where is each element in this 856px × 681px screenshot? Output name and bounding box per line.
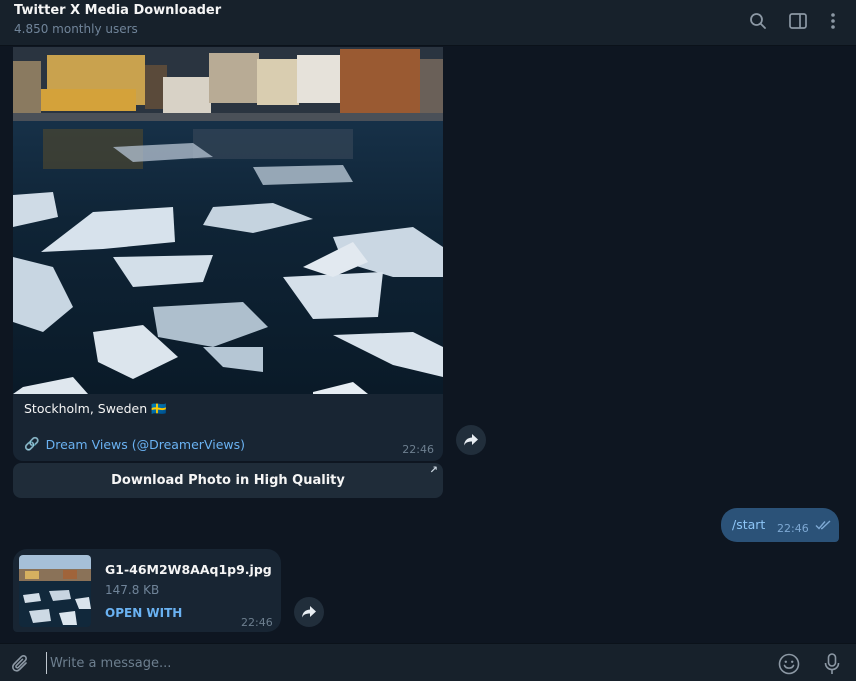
message-time: 22:46 — [777, 522, 809, 535]
sidebar-toggle-icon[interactable] — [787, 10, 809, 32]
message-time: 22:46 — [402, 443, 434, 456]
microphone-icon[interactable] — [820, 652, 844, 676]
external-arrow-icon: ↗ — [429, 465, 438, 476]
forward-button[interactable] — [294, 597, 324, 627]
attach-icon[interactable] — [9, 652, 33, 676]
photo-caption: Stockholm, Sweden 🇸🇪 — [24, 401, 167, 417]
author-link-text[interactable]: Dream Views (@DreamerViews) — [46, 437, 245, 452]
message-composer — [0, 643, 856, 681]
file-name: G1-46M2W8AAq1p9.jpg — [105, 562, 272, 577]
chat-header[interactable]: Twitter X Media Downloader 4.850 monthly… — [0, 0, 856, 46]
chat-subtitle: 4.850 monthly users — [14, 22, 138, 36]
forward-button[interactable] — [456, 425, 486, 455]
file-size: 147.8 KB — [105, 583, 160, 597]
sweden-flag-icon: 🇸🇪 — [151, 401, 167, 416]
photo-message[interactable]: Stockholm, Sweden 🇸🇪 🔗 Dream Views (@Dre… — [13, 47, 443, 461]
stockholm-photo[interactable] — [13, 47, 443, 394]
chat-title[interactable]: Twitter X Media Downloader — [14, 3, 221, 18]
file-thumbnail[interactable] — [19, 555, 91, 627]
forward-icon — [302, 606, 316, 618]
emoji-icon[interactable] — [777, 652, 801, 676]
download-hq-button[interactable]: Download Photo in High Quality ↗ — [13, 463, 443, 498]
message-time: 22:46 — [241, 616, 273, 629]
caption-text: Stockholm, Sweden — [24, 401, 148, 416]
message-list[interactable]: Stockholm, Sweden 🇸🇪 🔗 Dream Views (@Dre… — [0, 47, 856, 642]
more-menu-icon[interactable] — [822, 10, 844, 32]
search-icon[interactable] — [747, 10, 769, 32]
forward-icon — [464, 434, 478, 446]
command-text[interactable]: /start — [732, 517, 765, 532]
outgoing-message[interactable]: /start 22:46 — [721, 508, 839, 542]
link-icon: 🔗 — [24, 436, 40, 451]
download-hq-label: Download Photo in High Quality — [111, 473, 345, 488]
double-check-icon — [815, 520, 831, 530]
open-with-link[interactable]: OPEN WITH — [105, 606, 182, 620]
author-link[interactable]: 🔗 Dream Views (@DreamerViews) — [24, 436, 245, 452]
message-input[interactable] — [46, 652, 746, 674]
file-message[interactable]: G1-46M2W8AAq1p9.jpg 147.8 KB OPEN WITH 2… — [13, 549, 281, 632]
